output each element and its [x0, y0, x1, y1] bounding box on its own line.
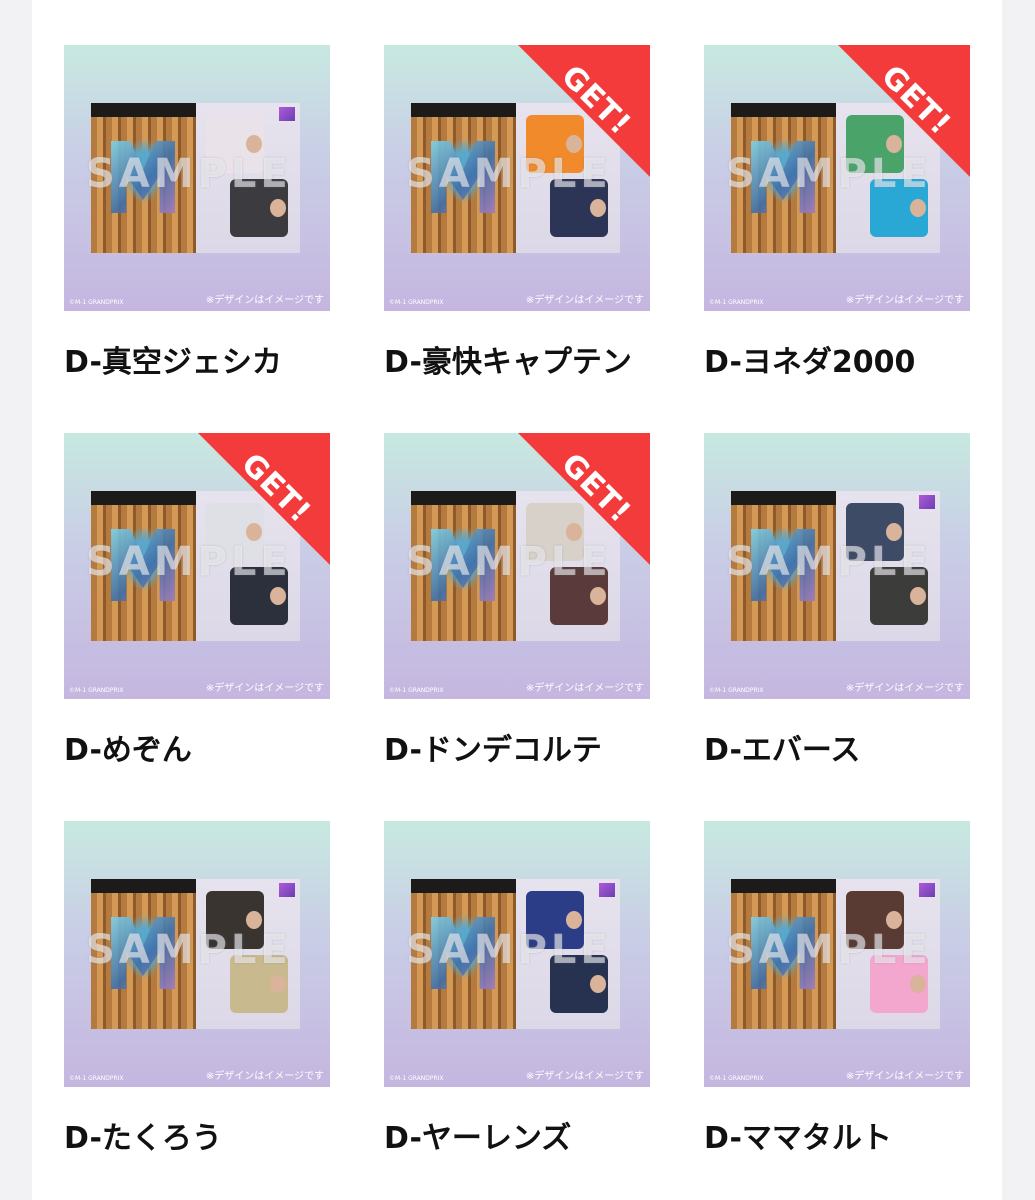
- disclaimer-text: ※デザインはイメージです: [205, 683, 324, 694]
- disclaimer-text: ※デザインはイメージです: [525, 683, 644, 694]
- product-label[interactable]: D-真空ジェシカ: [64, 337, 330, 381]
- sample-watermark: SAMPLE: [726, 151, 932, 197]
- copyright-text: ©M-1 GRANDPRIX: [709, 299, 764, 306]
- m1-logo: [279, 107, 295, 121]
- product-label[interactable]: D-豪快キャプテン: [384, 337, 650, 381]
- product-image[interactable]: SAMPLE ©M-1 GRANDPRIX ※デザインはイメージです GET!: [64, 45, 330, 311]
- product-image[interactable]: SAMPLE ©M-1 GRANDPRIX ※デザインはイメージです GET!: [384, 433, 650, 699]
- page: SAMPLE ©M-1 GRANDPRIX ※デザインはイメージです GET! …: [32, 0, 1002, 1200]
- m1-logo: [279, 883, 295, 897]
- sample-watermark: SAMPLE: [406, 927, 612, 973]
- product-image[interactable]: SAMPLE ©M-1 GRANDPRIX ※デザインはイメージです GET!: [64, 821, 330, 1087]
- product-image[interactable]: SAMPLE ©M-1 GRANDPRIX ※デザインはイメージです GET!: [64, 433, 330, 699]
- product-label[interactable]: D-めぞん: [64, 725, 330, 769]
- sample-watermark: SAMPLE: [86, 151, 292, 197]
- sample-watermark: SAMPLE: [406, 539, 612, 585]
- disclaimer-text: ※デザインはイメージです: [525, 295, 644, 306]
- product-card[interactable]: SAMPLE ©M-1 GRANDPRIX ※デザインはイメージです GET! …: [704, 821, 970, 1157]
- m1-logo: [919, 883, 935, 897]
- sample-watermark: SAMPLE: [86, 539, 292, 585]
- disclaimer-text: ※デザインはイメージです: [845, 295, 964, 306]
- copyright-text: ©M-1 GRANDPRIX: [69, 1075, 124, 1082]
- copyright-text: ©M-1 GRANDPRIX: [709, 1075, 764, 1082]
- sample-watermark: SAMPLE: [726, 927, 932, 973]
- disclaimer-text: ※デザインはイメージです: [845, 683, 964, 694]
- product-label[interactable]: D-ヤーレンズ: [384, 1113, 650, 1157]
- product-label[interactable]: D-たくろう: [64, 1113, 330, 1157]
- copyright-text: ©M-1 GRANDPRIX: [69, 687, 124, 694]
- copyright-text: ©M-1 GRANDPRIX: [69, 299, 124, 306]
- copyright-text: ©M-1 GRANDPRIX: [389, 1075, 444, 1082]
- product-card[interactable]: SAMPLE ©M-1 GRANDPRIX ※デザインはイメージです GET! …: [384, 45, 650, 381]
- product-card[interactable]: SAMPLE ©M-1 GRANDPRIX ※デザインはイメージです GET! …: [384, 821, 650, 1157]
- disclaimer-text: ※デザインはイメージです: [525, 1071, 644, 1082]
- sample-watermark: SAMPLE: [406, 151, 612, 197]
- product-image[interactable]: SAMPLE ©M-1 GRANDPRIX ※デザインはイメージです GET!: [384, 45, 650, 311]
- product-label[interactable]: D-ヨネダ2000: [704, 337, 970, 381]
- m1-logo: [599, 883, 615, 897]
- product-card[interactable]: SAMPLE ©M-1 GRANDPRIX ※デザインはイメージです GET! …: [704, 433, 970, 769]
- product-image[interactable]: SAMPLE ©M-1 GRANDPRIX ※デザインはイメージです GET!: [704, 45, 970, 311]
- disclaimer-text: ※デザインはイメージです: [845, 1071, 964, 1082]
- product-label[interactable]: D-ドンデコルテ: [384, 725, 650, 769]
- product-image[interactable]: SAMPLE ©M-1 GRANDPRIX ※デザインはイメージです GET!: [384, 821, 650, 1087]
- product-label[interactable]: D-エバース: [704, 725, 970, 769]
- sample-watermark: SAMPLE: [86, 927, 292, 973]
- product-image[interactable]: SAMPLE ©M-1 GRANDPRIX ※デザインはイメージです GET!: [704, 821, 970, 1087]
- product-card[interactable]: SAMPLE ©M-1 GRANDPRIX ※デザインはイメージです GET! …: [64, 821, 330, 1157]
- copyright-text: ©M-1 GRANDPRIX: [389, 299, 444, 306]
- product-image[interactable]: SAMPLE ©M-1 GRANDPRIX ※デザインはイメージです GET!: [704, 433, 970, 699]
- product-card[interactable]: SAMPLE ©M-1 GRANDPRIX ※デザインはイメージです GET! …: [64, 45, 330, 381]
- disclaimer-text: ※デザインはイメージです: [205, 1071, 324, 1082]
- copyright-text: ©M-1 GRANDPRIX: [709, 687, 764, 694]
- product-label[interactable]: D-ママタルト: [704, 1113, 970, 1157]
- product-card[interactable]: SAMPLE ©M-1 GRANDPRIX ※デザインはイメージです GET! …: [704, 45, 970, 381]
- sample-watermark: SAMPLE: [726, 539, 932, 585]
- copyright-text: ©M-1 GRANDPRIX: [389, 687, 444, 694]
- m1-logo: [919, 495, 935, 509]
- disclaimer-text: ※デザインはイメージです: [205, 295, 324, 306]
- product-card[interactable]: SAMPLE ©M-1 GRANDPRIX ※デザインはイメージです GET! …: [64, 433, 330, 769]
- product-card[interactable]: SAMPLE ©M-1 GRANDPRIX ※デザインはイメージです GET! …: [384, 433, 650, 769]
